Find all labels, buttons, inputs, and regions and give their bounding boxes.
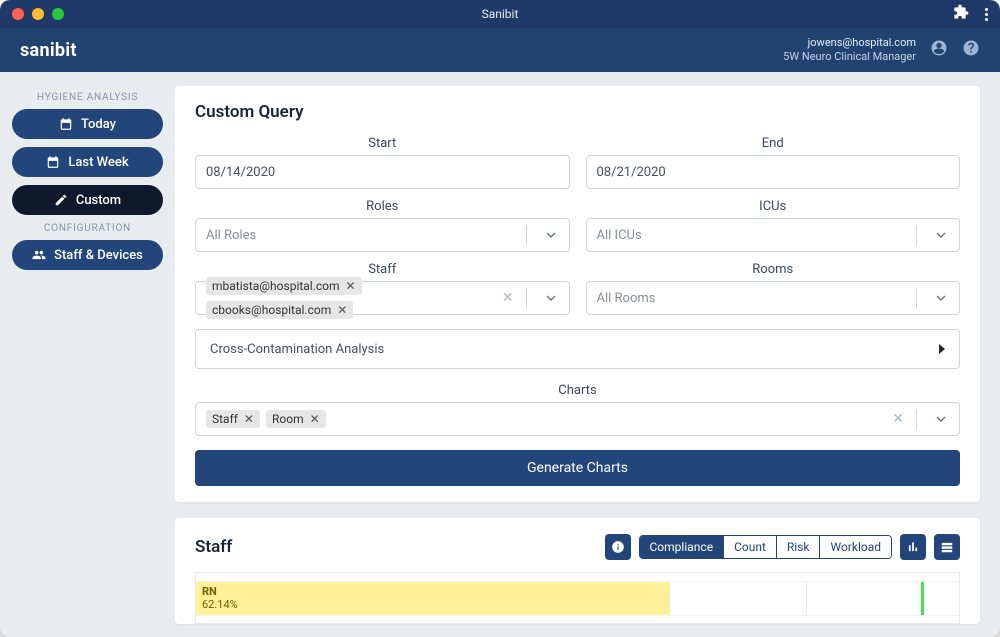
staff-compliance-chart: RN62.14% bbox=[195, 572, 960, 624]
rooms-label: Rooms bbox=[586, 262, 961, 277]
titlebar: Sanibit bbox=[0, 0, 1000, 28]
app-header: sanibit jowens@hospital.com 5W Neuro Cli… bbox=[0, 28, 1000, 72]
info-icon bbox=[611, 540, 625, 554]
clear-all-icon[interactable]: ✕ bbox=[498, 290, 518, 306]
staff-multiselect[interactable]: mbatista@hospital.com✕ cbooks@hospital.c… bbox=[195, 281, 570, 315]
metric-segmented-control: Compliance Count Risk Workload bbox=[639, 535, 893, 559]
close-window-icon[interactable] bbox=[12, 8, 24, 20]
sidebar-item-today[interactable]: Today bbox=[12, 109, 163, 139]
calendar-icon bbox=[46, 155, 60, 169]
info-button[interactable] bbox=[605, 534, 631, 560]
generate-charts-button[interactable]: Generate Charts bbox=[195, 450, 960, 486]
window-title: Sanibit bbox=[482, 7, 519, 21]
window-controls bbox=[12, 8, 64, 20]
staff-tag: mbatista@hospital.com✕ bbox=[206, 277, 362, 295]
charts-multiselect[interactable]: Staff✕ Room✕ ✕ bbox=[195, 402, 960, 436]
user-role: 5W Neuro Clinical Manager bbox=[783, 50, 916, 64]
chart-tag: Room✕ bbox=[266, 410, 326, 428]
chevron-down-icon bbox=[543, 227, 559, 243]
brand-logo: sanibit bbox=[20, 40, 77, 61]
user-email: jowens@hospital.com bbox=[783, 36, 916, 50]
extension-icon[interactable] bbox=[953, 4, 969, 24]
user-info: jowens@hospital.com 5W Neuro Clinical Ma… bbox=[783, 36, 916, 64]
kebab-menu-icon[interactable] bbox=[985, 8, 988, 21]
expand-icon bbox=[939, 344, 945, 354]
start-label: Start bbox=[195, 136, 570, 151]
chart-tag: Staff✕ bbox=[206, 410, 260, 428]
table-view-button[interactable] bbox=[934, 534, 960, 560]
sidebar-item-label: Staff & Devices bbox=[54, 248, 143, 263]
edit-icon bbox=[54, 193, 68, 207]
table-icon bbox=[940, 540, 954, 554]
remove-tag-icon[interactable]: ✕ bbox=[310, 412, 320, 426]
chevron-down-icon bbox=[933, 411, 949, 427]
page-title: Custom Query bbox=[195, 102, 960, 122]
cross-contamination-accordion[interactable]: Cross-Contamination Analysis bbox=[195, 329, 960, 369]
segment-risk[interactable]: Risk bbox=[776, 536, 820, 558]
sidebar-item-label: Today bbox=[81, 117, 116, 132]
app-window: Sanibit sanibit jowens@hospital.com 5W N… bbox=[0, 0, 1000, 637]
roles-label: Roles bbox=[195, 199, 570, 214]
minimize-window-icon[interactable] bbox=[32, 8, 44, 20]
end-date-input[interactable]: 08/21/2020 bbox=[586, 155, 961, 189]
segment-compliance[interactable]: Compliance bbox=[640, 536, 724, 558]
staff-tag: cbooks@hospital.com✕ bbox=[206, 301, 353, 319]
charts-label: Charts bbox=[195, 383, 960, 398]
rooms-select[interactable]: All Rooms bbox=[586, 281, 961, 315]
segment-count[interactable]: Count bbox=[723, 536, 776, 558]
remove-tag-icon[interactable]: ✕ bbox=[346, 279, 356, 293]
sidebar-section-config: CONFIGURATION bbox=[12, 223, 163, 234]
sidebar-item-last-week[interactable]: Last Week bbox=[12, 147, 163, 177]
sidebar-section-analysis: HYGIENE ANALYSIS bbox=[12, 92, 163, 103]
staff-card-title: Staff bbox=[195, 537, 232, 557]
chevron-down-icon bbox=[933, 290, 949, 306]
icus-select[interactable]: All ICUs bbox=[586, 218, 961, 252]
main-content: Custom Query Start 08/14/2020 End 08/21/… bbox=[175, 72, 1000, 637]
account-icon[interactable] bbox=[930, 39, 948, 61]
start-date-input[interactable]: 08/14/2020 bbox=[195, 155, 570, 189]
maximize-window-icon[interactable] bbox=[52, 8, 64, 20]
end-label: End bbox=[586, 136, 961, 151]
calendar-icon bbox=[59, 117, 73, 131]
icus-label: ICUs bbox=[586, 199, 961, 214]
remove-tag-icon[interactable]: ✕ bbox=[244, 412, 254, 426]
staff-chart-card: Staff Compliance Count Risk Workload bbox=[175, 518, 980, 624]
sidebar-item-label: Last Week bbox=[68, 155, 128, 170]
sidebar-item-label: Custom bbox=[76, 193, 121, 208]
sidebar: HYGIENE ANALYSIS Today Last Week Custom … bbox=[0, 72, 175, 637]
segment-workload[interactable]: Workload bbox=[819, 536, 891, 558]
roles-select[interactable]: All Roles bbox=[195, 218, 570, 252]
bar-row: RN62.14% bbox=[196, 581, 959, 615]
chart-view-button[interactable] bbox=[900, 534, 926, 560]
clear-all-icon[interactable]: ✕ bbox=[888, 411, 908, 427]
remove-tag-icon[interactable]: ✕ bbox=[337, 303, 347, 317]
users-icon bbox=[32, 248, 46, 262]
staff-label: Staff bbox=[195, 262, 570, 277]
sidebar-item-staff-devices[interactable]: Staff & Devices bbox=[12, 240, 163, 270]
bar-chart-icon bbox=[906, 540, 920, 554]
sidebar-item-custom[interactable]: Custom bbox=[12, 185, 163, 215]
help-icon[interactable] bbox=[962, 39, 980, 61]
custom-query-card: Custom Query Start 08/14/2020 End 08/21/… bbox=[175, 86, 980, 502]
chevron-down-icon bbox=[933, 227, 949, 243]
chevron-down-icon bbox=[543, 290, 559, 306]
